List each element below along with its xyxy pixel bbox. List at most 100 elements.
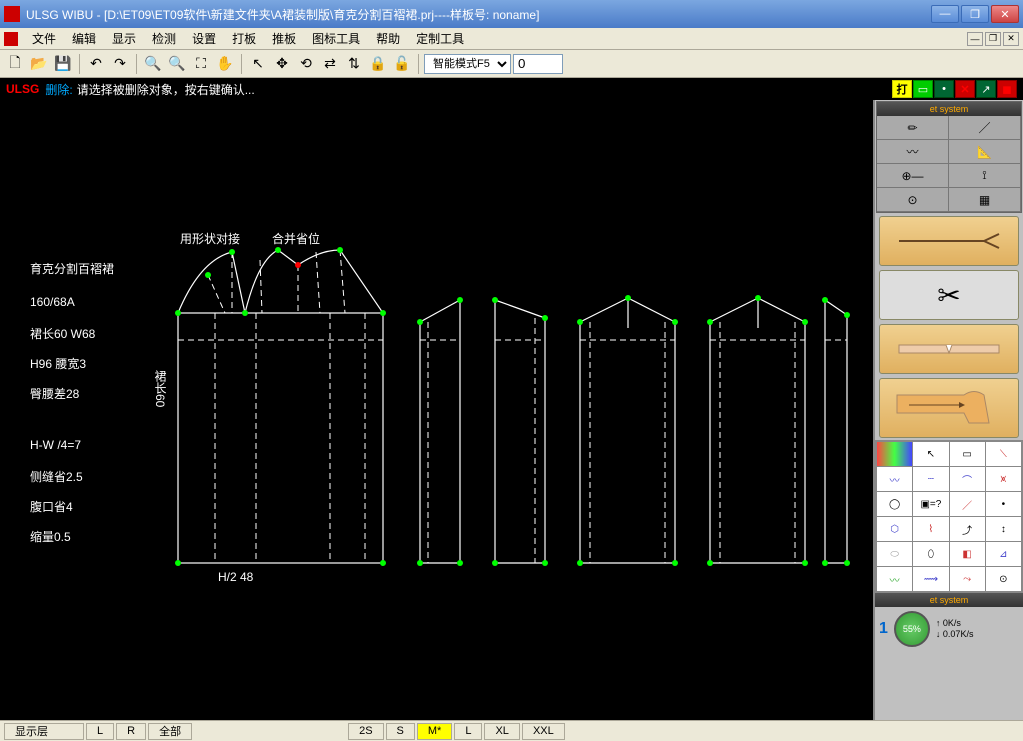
grid-shape8-icon[interactable]: ⊿ (986, 542, 1021, 566)
gauge: 55% (894, 611, 930, 647)
size-s-button[interactable]: S (386, 723, 415, 740)
menu-grade[interactable]: 推板 (264, 28, 304, 49)
minimize-button[interactable]: — (931, 5, 959, 23)
tool-seam-icon[interactable] (879, 216, 1019, 266)
tool-line-icon[interactable]: ／ (949, 116, 1021, 139)
new-file-icon[interactable]: 🗋 (4, 53, 26, 75)
menu-custom[interactable]: 定制工具 (408, 28, 472, 49)
canvas[interactable]: 育克分割百褶裙 160/68A 裙长60 W68 H96 腰宽3 臀腰差28 H… (0, 100, 873, 720)
show-layer-button[interactable]: 显示层 (4, 723, 84, 740)
app-icon (4, 6, 20, 22)
bottom-bar: 显示层 L R 全部 2S S M* L XL XXL (0, 720, 1023, 741)
close-button[interactable]: ✕ (991, 5, 1019, 23)
lock-icon[interactable]: 🔒 (367, 53, 389, 75)
mode-select[interactable]: 智能模式F5 (424, 54, 511, 74)
grid-shape5-icon[interactable]: ⬭ (877, 542, 912, 566)
status-brand: ULSG (6, 82, 39, 96)
pointer-icon[interactable]: ↖ (247, 53, 269, 75)
status-line: ULSG 删除: 请选择被删除对象，按右键确认... 打 ▭ • ✕ ↗ ◼ (0, 78, 1023, 100)
grid-shape10-icon[interactable]: ⟿ (913, 567, 948, 591)
tool-pattern-piece-icon[interactable] (879, 378, 1019, 438)
l-button[interactable]: L (86, 723, 114, 740)
panel-footer: et system (875, 593, 1023, 607)
menu-help[interactable]: 帮助 (368, 28, 408, 49)
status-btn-arrow[interactable]: ↗ (976, 80, 996, 98)
grid-curve-icon[interactable]: ⌒ (950, 467, 985, 491)
grid-arrow-icon[interactable]: ↖ (913, 442, 948, 466)
size-m-button[interactable]: M* (417, 723, 452, 740)
size-xl-button[interactable]: XL (484, 723, 519, 740)
status-mode: 删除: (45, 81, 72, 98)
net-up: ↑ 0K/s (936, 618, 974, 629)
sub-minimize-button[interactable]: — (967, 32, 983, 46)
grid-shape2-icon[interactable]: ⌇ (913, 517, 948, 541)
tool-measure-icon[interactable]: ⟟ (949, 164, 1021, 187)
grid-slash-icon[interactable]: ／ (950, 492, 985, 516)
grid-color-icon[interactable] (877, 442, 912, 466)
grid-dash-icon[interactable]: ┄ (913, 467, 948, 491)
menubar: 文件 编辑 显示 检测 设置 打板 推板 图标工具 帮助 定制工具 — ❐ ✕ (0, 28, 1023, 50)
sub-restore-button[interactable]: ❐ (985, 32, 1001, 46)
grid-shape4-icon[interactable]: ↕ (986, 517, 1021, 541)
grid-shape1-icon[interactable]: ⬡ (877, 517, 912, 541)
tool-angle-icon[interactable]: 📐 (949, 140, 1021, 163)
status-btn-square[interactable]: ◼ (997, 80, 1017, 98)
flip-h-icon[interactable]: ⇄ (319, 53, 341, 75)
all-button[interactable]: 全部 (148, 723, 192, 740)
status-btn-rect[interactable]: ▭ (913, 80, 933, 98)
menu-app-icon (4, 32, 18, 46)
status-btn-da[interactable]: 打 (892, 80, 912, 98)
grid-circle-icon[interactable]: ◯ (877, 492, 912, 516)
numeric-input[interactable] (513, 54, 563, 74)
net-down: ↓ 0.07K/s (936, 629, 974, 640)
sub-close-button[interactable]: ✕ (1003, 32, 1019, 46)
zoom-fit-icon[interactable]: ⛶ (190, 53, 212, 75)
panel-number: 1 (879, 620, 888, 638)
status-btn-x[interactable]: ✕ (955, 80, 975, 98)
grid-dot-icon[interactable]: • (986, 492, 1021, 516)
menu-settings[interactable]: 设置 (184, 28, 224, 49)
grid-shape9-icon[interactable]: 〰 (877, 567, 912, 591)
rotate-icon[interactable]: ⟲ (295, 53, 317, 75)
redo-icon[interactable]: ↷ (109, 53, 131, 75)
zoom-in-icon[interactable]: 🔍 (142, 53, 164, 75)
tool-curve-icon[interactable]: 〰 (877, 140, 949, 163)
r-button[interactable]: R (116, 723, 146, 740)
menu-view[interactable]: 显示 (104, 28, 144, 49)
grid-shape11-icon[interactable]: ⤳ (950, 567, 985, 591)
menu-icon-tools[interactable]: 图标工具 (304, 28, 368, 49)
save-file-icon[interactable]: 💾 (52, 53, 74, 75)
menu-edit[interactable]: 编辑 (64, 28, 104, 49)
undo-icon[interactable]: ↶ (85, 53, 107, 75)
tool-scissors-icon[interactable]: ✂ (879, 270, 1019, 320)
tool-ruler-icon[interactable]: ▦ (949, 188, 1021, 211)
grid-shape7-icon[interactable]: ◧ (950, 542, 985, 566)
size-2s-button[interactable]: 2S (348, 723, 383, 740)
move-icon[interactable]: ✥ (271, 53, 293, 75)
tool-compass-icon[interactable]: ⊕— (877, 164, 949, 187)
maximize-button[interactable]: ❐ (961, 5, 989, 23)
grid-shape3-icon[interactable]: ⤴ (950, 517, 985, 541)
pan-icon[interactable]: ✋ (214, 53, 236, 75)
grid-shape12-icon[interactable]: ⊙ (986, 567, 1021, 591)
grid-wave-icon[interactable]: 〰 (877, 467, 912, 491)
menu-check[interactable]: 检测 (144, 28, 184, 49)
tool-point-icon[interactable]: ⊙ (877, 188, 949, 211)
status-btn-dot[interactable]: • (934, 80, 954, 98)
zoom-out-icon[interactable]: 🔍 (166, 53, 188, 75)
size-xxl-button[interactable]: XXL (522, 723, 565, 740)
grid-shape6-icon[interactable]: ⬯ (913, 542, 948, 566)
grid-zigzag-icon[interactable]: ⩙ (986, 467, 1021, 491)
open-file-icon[interactable]: 📂 (28, 53, 50, 75)
grid-eq-icon[interactable]: ▣=? (913, 492, 948, 516)
tool-pencil-icon[interactable]: ✏ (877, 116, 949, 139)
grid-rect-icon[interactable]: ▭ (950, 442, 985, 466)
menu-pattern[interactable]: 打板 (224, 28, 264, 49)
tool-notch-icon[interactable] (879, 324, 1019, 374)
grid-line-icon[interactable]: ⟍ (986, 442, 1021, 466)
menu-file[interactable]: 文件 (24, 28, 64, 49)
unlock-icon[interactable]: 🔓 (391, 53, 413, 75)
pattern-svg (0, 100, 870, 720)
size-l-button[interactable]: L (454, 723, 482, 740)
flip-v-icon[interactable]: ⇅ (343, 53, 365, 75)
